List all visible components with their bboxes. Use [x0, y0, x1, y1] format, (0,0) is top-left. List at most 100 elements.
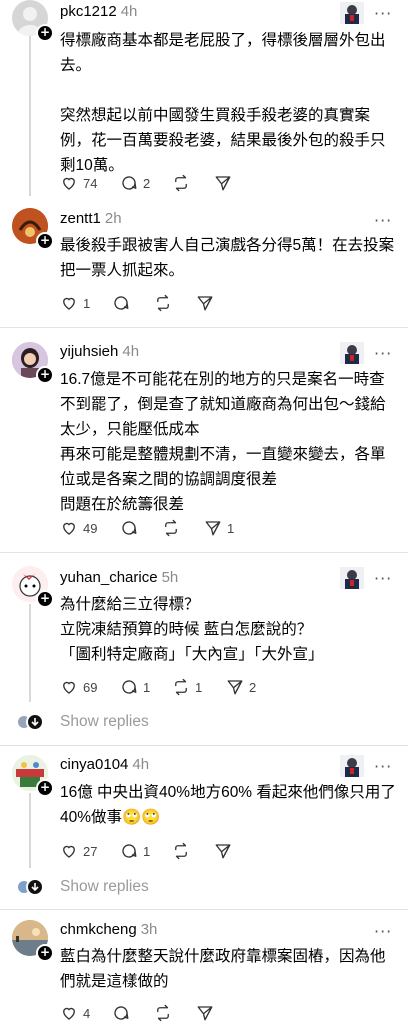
post-header: yuhan_charice 5h — [60, 569, 178, 586]
comment-icon — [122, 844, 137, 858]
share-button[interactable] — [196, 1002, 214, 1024]
send-icon — [215, 176, 231, 191]
comment-icon — [114, 1006, 129, 1020]
username[interactable]: zentt1 — [60, 210, 101, 227]
avatar[interactable]: + — [12, 0, 54, 42]
author-mini-avatar-icon — [340, 2, 364, 24]
share-button[interactable] — [214, 172, 232, 194]
repost-button[interactable] — [172, 172, 190, 194]
username[interactable]: chmkcheng — [60, 921, 137, 938]
more-icon[interactable]: ··· — [374, 4, 392, 23]
post-body: 最後殺手跟被害人自己演戲各分得5萬！在去投案把一票人抓起來。 — [60, 233, 400, 283]
thread-line — [29, 36, 31, 196]
follow-plus-icon[interactable]: + — [36, 944, 54, 962]
like-count: 1 — [83, 295, 91, 311]
repost-count: 1 — [195, 679, 203, 695]
repost-icon — [175, 678, 187, 696]
reply-button[interactable] — [120, 517, 138, 539]
show-replies-link[interactable]: Show replies — [60, 713, 149, 731]
reply-avatars-icon — [16, 712, 46, 732]
repost-icon — [175, 174, 187, 192]
thread-line — [29, 793, 31, 868]
like-button[interactable]: 27 — [60, 840, 97, 862]
comment-icon — [122, 680, 137, 694]
show-replies-link[interactable]: Show replies — [60, 878, 149, 896]
repost-button[interactable] — [154, 1002, 172, 1024]
repost-icon — [165, 519, 177, 537]
timestamp: 4h — [120, 3, 138, 20]
like-count: 69 — [83, 679, 98, 695]
repost-button[interactable] — [172, 840, 190, 862]
share-button[interactable] — [196, 292, 214, 314]
heart-icon — [63, 681, 75, 694]
share-button[interactable]: 2 — [226, 676, 256, 698]
like-button[interactable]: 49 — [60, 517, 97, 539]
divider — [0, 327, 408, 328]
avatar[interactable]: + — [12, 566, 54, 608]
post-text-line: 16億 中央出資40%地方60% 看起來他們像只用了40%做事🙄🙄 — [60, 784, 396, 826]
heart-icon — [63, 297, 75, 310]
timestamp: 5h — [161, 569, 179, 586]
send-icon — [215, 844, 231, 859]
reply-button[interactable]: 1 — [120, 840, 150, 862]
username[interactable]: cinya0104 — [60, 756, 128, 773]
follow-plus-icon[interactable]: + — [36, 590, 54, 608]
like-button[interactable]: 1 — [60, 292, 90, 314]
author-mini-avatar-icon — [340, 342, 364, 364]
heart-icon — [63, 177, 75, 190]
like-button[interactable]: 69 — [60, 676, 97, 698]
username[interactable]: pkc1212 — [60, 3, 117, 20]
username[interactable]: yijuhsieh — [60, 343, 118, 360]
reply-button[interactable]: 2 — [120, 172, 150, 194]
username[interactable]: yuhan_charice — [60, 569, 158, 586]
heart-icon — [63, 845, 75, 858]
repost-button[interactable] — [154, 292, 172, 314]
send-icon — [205, 521, 221, 536]
reply-button[interactable] — [112, 1002, 130, 1024]
reply-count: 1 — [143, 679, 151, 695]
share-button[interactable]: 1 — [204, 517, 234, 539]
post-text-line: 立院凍結預算的時候 藍白怎麼說的？ — [60, 621, 313, 638]
author-mini-avatar-icon — [340, 755, 364, 777]
avatar[interactable]: + — [12, 208, 54, 250]
comment-icon — [122, 176, 137, 190]
follow-plus-icon[interactable]: + — [36, 366, 54, 384]
reply-button[interactable] — [112, 292, 130, 314]
timestamp: 4h — [122, 343, 140, 360]
like-count: 49 — [83, 520, 98, 536]
comment-icon — [122, 521, 137, 535]
more-icon[interactable]: ··· — [374, 569, 392, 588]
repost-icon — [157, 1004, 169, 1022]
post-text-line: 「圖利特定廠商」「大內宣」「大外宣」 — [60, 646, 324, 663]
send-icon — [197, 1006, 213, 1021]
post-text-line: 問題在於統籌很差 — [60, 496, 185, 513]
post-body: 為什麼給三立得標？ 立院凍結預算的時候 藍白怎麼說的？ 「圖利特定廠商」「大內宣… — [60, 592, 400, 667]
follow-plus-icon[interactable]: + — [36, 779, 54, 797]
more-icon[interactable]: ··· — [374, 344, 392, 363]
avatar[interactable]: + — [12, 342, 54, 384]
reply-button[interactable]: 1 — [120, 676, 150, 698]
more-icon[interactable]: ··· — [374, 757, 392, 776]
like-count: 4 — [83, 1005, 91, 1021]
more-icon[interactable]: ··· — [374, 211, 392, 230]
post-body: 16.7億是不可能花在別的地方的只是案名一時查不到罷了，倒是查了就知道廠商為何出… — [60, 367, 400, 517]
post-body: 藍白為什麼整天說什麼政府靠標案固樁，因為他們就是這樣做的 — [60, 944, 400, 994]
avatar[interactable]: + — [12, 755, 54, 797]
more-icon[interactable]: ··· — [374, 922, 392, 941]
repost-button[interactable] — [162, 517, 180, 539]
post-text-line: 突然想起以前中國發生買殺手殺老婆的真實案例，花一百萬要殺老婆，結果最後外包的殺手… — [60, 107, 386, 174]
author-mini-avatar-icon — [340, 567, 364, 589]
like-count: 74 — [83, 175, 98, 191]
share-count: 2 — [249, 679, 257, 695]
like-button[interactable]: 74 — [60, 172, 97, 194]
repost-button[interactable]: 1 — [172, 676, 202, 698]
avatar[interactable]: + — [12, 920, 54, 962]
timestamp: 2h — [104, 210, 122, 227]
follow-plus-icon[interactable]: + — [36, 232, 54, 250]
divider — [0, 745, 408, 746]
share-button[interactable] — [214, 840, 232, 862]
like-button[interactable]: 4 — [60, 1002, 90, 1024]
divider — [0, 552, 408, 553]
post-text-line: 16.7億是不可能花在別的地方的只是案名一時查不到罷了，倒是查了就知道廠商為何出… — [60, 371, 386, 438]
follow-plus-icon[interactable]: + — [36, 24, 54, 42]
